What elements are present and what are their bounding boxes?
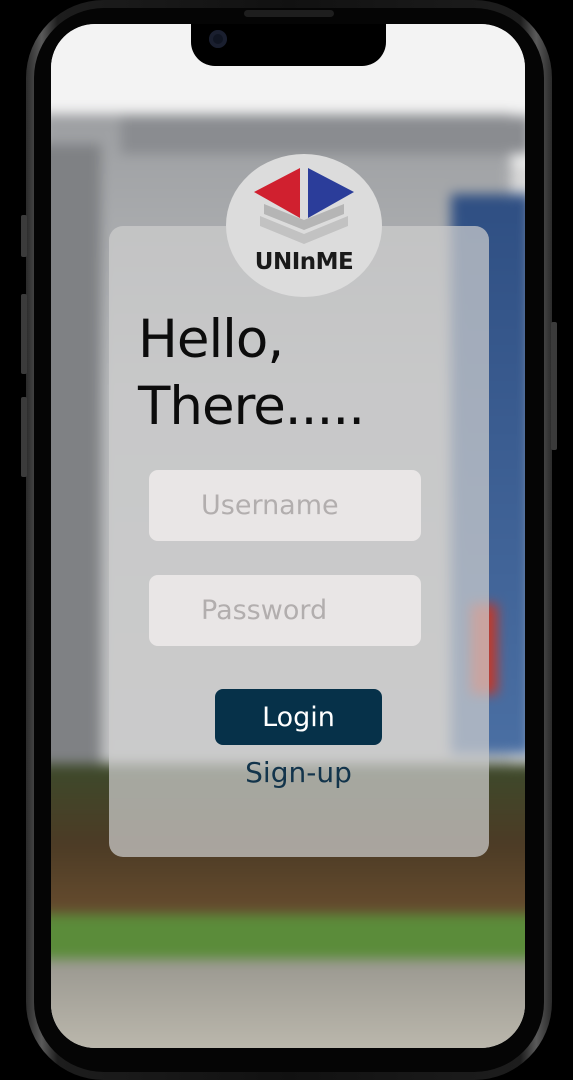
front-camera <box>209 30 227 48</box>
volume-up-button <box>21 294 27 374</box>
greeting-line-1: Hello, <box>138 309 284 370</box>
signup-link[interactable]: Sign-up <box>200 756 397 789</box>
power-button <box>551 322 557 450</box>
uninme-logo-icon <box>254 168 354 244</box>
password-input[interactable] <box>149 575 421 646</box>
greeting-heading: Hello, There..... <box>138 306 458 440</box>
brand-name: UNInME <box>254 249 354 275</box>
greeting-line-2: There..... <box>138 376 365 437</box>
username-input[interactable] <box>149 470 421 541</box>
login-button[interactable]: Login <box>215 689 382 745</box>
earpiece-speaker <box>244 10 334 17</box>
volume-down-button <box>21 397 27 477</box>
mute-switch <box>21 215 27 257</box>
